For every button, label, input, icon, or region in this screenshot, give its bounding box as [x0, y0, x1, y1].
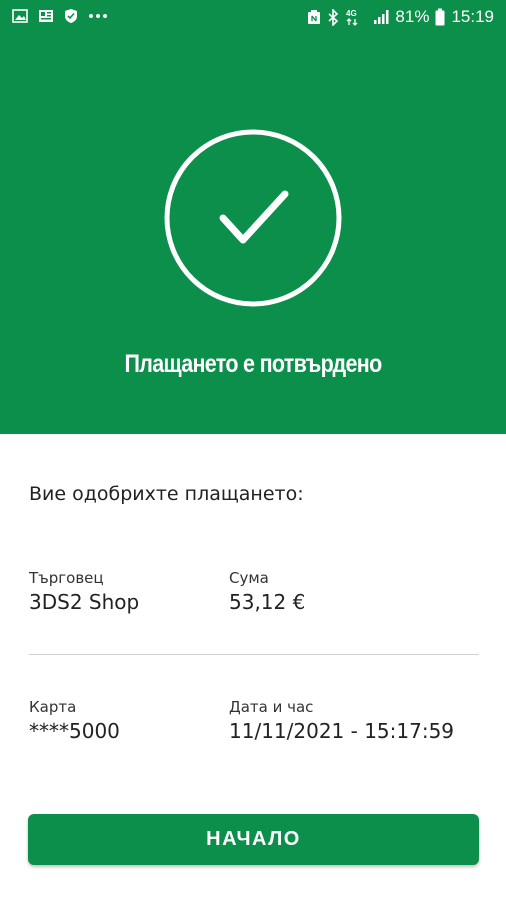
approval-intro-text: Вие одобрихте плащането: — [29, 483, 304, 505]
svg-text:4G: 4G — [346, 9, 357, 18]
datetime-value: 11/11/2021 - 15:17:59 — [229, 719, 455, 743]
amount-label: Сума — [229, 569, 269, 587]
merchant-field: Търговец 3DS2 Shop — [29, 568, 139, 615]
card-label: Карта — [29, 698, 77, 716]
status-bar: 4G 81% 15:19 — [0, 0, 506, 36]
home-button[interactable]: НАЧАЛО — [28, 814, 479, 865]
card-value: ****5000 — [29, 719, 120, 743]
amount-value: 53,12 € — [229, 590, 306, 614]
battery-percent: 81% — [395, 7, 430, 26]
image-icon — [12, 9, 28, 23]
confirmation-header: 4G 81% 15:19 Плащането е потвърдено — [0, 0, 506, 434]
confirmation-title: Плащането е потвърдено — [124, 350, 382, 378]
battery-icon — [435, 8, 445, 26]
signal-icon — [373, 9, 389, 25]
merchant-value: 3DS2 Shop — [29, 590, 140, 614]
bluetooth-icon — [327, 8, 339, 26]
datetime-field: Дата и час 11/11/2021 - 15:17:59 — [229, 697, 454, 744]
clock: 15:19 — [451, 7, 494, 26]
divider — [29, 654, 479, 655]
merchant-label: Търговец — [29, 569, 104, 587]
datetime-label: Дата и час — [229, 698, 314, 716]
amount-field: Сума 53,12 € — [229, 568, 305, 615]
more-dots-icon — [88, 13, 108, 19]
check-circle-icon — [163, 128, 343, 308]
news-icon — [38, 9, 54, 23]
shield-icon — [64, 8, 78, 24]
4g-icon: 4G — [345, 8, 367, 26]
card-field: Карта ****5000 — [29, 697, 120, 744]
nfc-icon — [307, 9, 321, 25]
